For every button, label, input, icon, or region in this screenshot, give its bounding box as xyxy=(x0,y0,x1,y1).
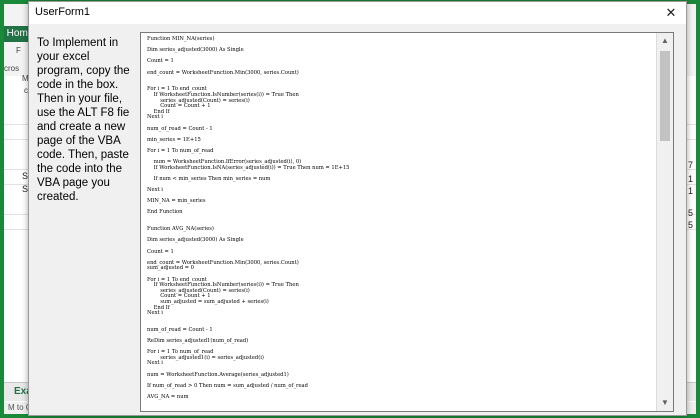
cell-value[interactable]: 1 xyxy=(688,186,693,196)
close-button[interactable]: ✕ xyxy=(656,2,686,24)
code-textbox[interactable]: Function MIN_NA(series) Dim series_adjus… xyxy=(140,32,674,412)
close-icon: ✕ xyxy=(665,5,677,20)
cell-value[interactable]: 7 xyxy=(688,160,693,170)
cell-value[interactable]: 5 xyxy=(688,220,693,230)
ribbon-fragment: cros xyxy=(4,64,20,73)
ribbon-fragment: F xyxy=(16,46,21,55)
scroll-down-icon[interactable]: ▼ xyxy=(657,395,673,411)
instructions-label: To Implement in your excel program, copy… xyxy=(37,37,130,203)
window-title: UserForm1 xyxy=(35,6,91,18)
scroll-thumb[interactable] xyxy=(660,51,670,141)
cell-value[interactable]: 1 xyxy=(688,174,693,184)
userform-dialog: UserForm1 ✕ To Implement in your excel p… xyxy=(28,1,687,416)
scroll-up-icon[interactable]: ▲ xyxy=(657,33,673,49)
code-text[interactable]: Function MIN_NA(series) Dim series_adjus… xyxy=(147,36,642,411)
title-bar[interactable]: UserForm1 ✕ xyxy=(29,2,686,24)
vertical-scrollbar[interactable]: ▲ ▼ xyxy=(656,33,673,411)
cell-value[interactable]: 5 xyxy=(688,208,693,218)
